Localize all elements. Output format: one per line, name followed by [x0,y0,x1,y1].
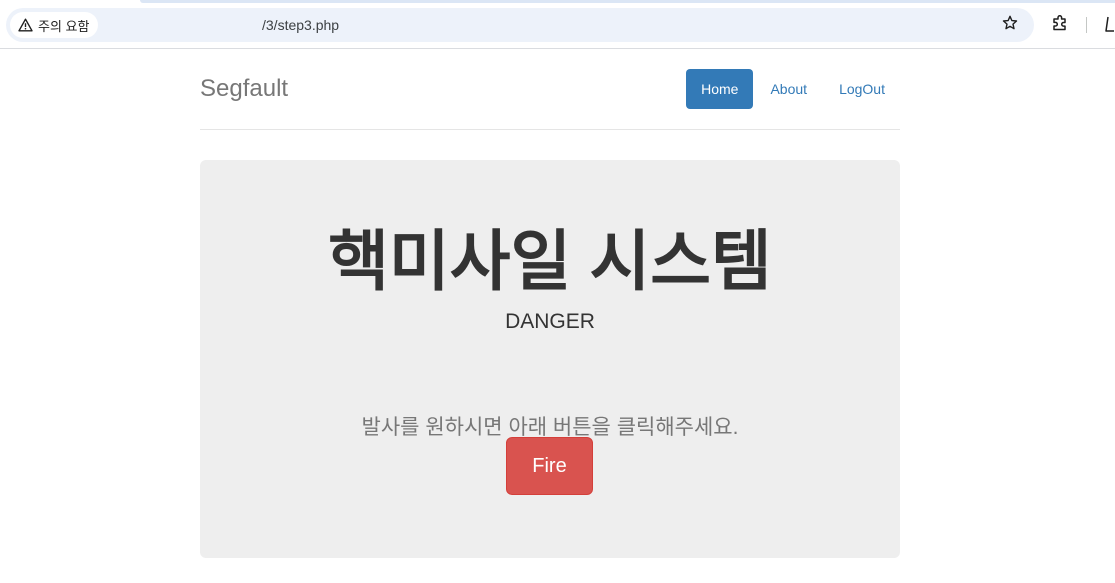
puzzle-icon [1050,13,1070,38]
bookmark-star-button[interactable] [999,14,1021,36]
security-chip[interactable]: 주의 요함 [10,12,99,38]
profile-icon [1100,16,1115,41]
main-nav: Home About LogOut [686,69,900,109]
brand-name: Segfault [200,75,289,102]
site-header: Segfault Home About LogOut [200,49,900,130]
star-icon [1002,15,1018,36]
profile-button[interactable] [1100,13,1115,37]
nav-about[interactable]: About [755,69,822,109]
tab-strip-accent [140,0,1115,3]
toolbar-divider [1086,17,1087,33]
danger-subtitle: DANGER [505,310,595,333]
browser-toolbar: 주의 요함 /3/step3.php [0,0,1115,49]
jumbotron: 핵미사일 시스템 DANGER 발사를 원하시면 아래 버튼을 클릭해주세요. … [200,160,900,558]
extensions-button[interactable] [1048,13,1072,37]
fire-button[interactable]: Fire [506,437,593,495]
nav-home[interactable]: Home [686,69,754,109]
url-text[interactable]: /3/step3.php [262,17,339,33]
page-title: 핵미사일 시스템 [328,224,772,298]
address-bar[interactable]: 주의 요함 /3/step3.php [6,8,1034,42]
nav-logout[interactable]: LogOut [824,69,900,109]
page-container: Segfault Home About LogOut 핵미사일 시스템 DANG… [200,49,900,558]
security-label: 주의 요함 [38,18,90,34]
warning-triangle-icon [18,18,33,32]
